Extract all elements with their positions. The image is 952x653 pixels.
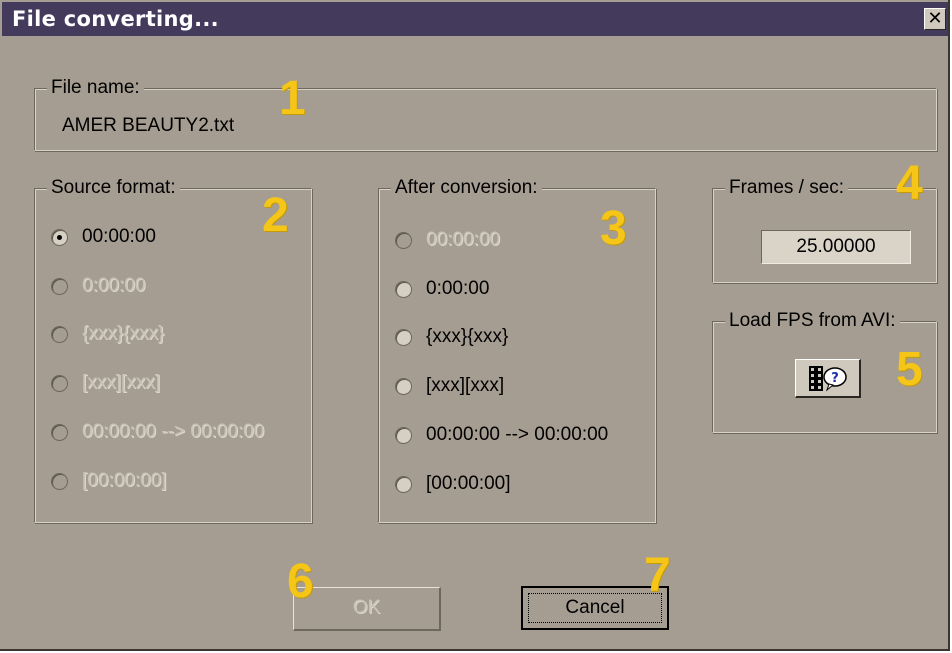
source-option-0[interactable]: 00:00:00 [51,224,156,250]
file-name-legend: File name: [47,77,144,99]
after-radio-1[interactable] [395,280,412,298]
annotation-marker-7: 7 [644,549,671,602]
window-title: File converting... [12,7,219,31]
after-option-3[interactable]: [xxx][xxx] [395,373,504,399]
frames-per-sec-legend: Frames / sec: [725,177,849,199]
load-fps-legend: Load FPS from AVI: [725,310,900,332]
svg-text:?: ? [831,371,839,386]
after-option-2[interactable]: {xxx}{xxx} [395,324,508,350]
source-radio-1 [51,277,68,295]
annotation-marker-5: 5 [896,343,923,396]
after-option-label: [00:00:00] [426,473,511,494]
source-radio-4 [51,423,68,441]
source-radio-0[interactable] [51,228,68,246]
source-option-4: 00:00:00 --> 00:00:00 [51,419,264,445]
annotation-marker-2: 2 [262,189,289,242]
source-format-legend: Source format: [47,177,180,199]
source-option-label: 00:00:00 --> 00:00:00 [82,421,265,442]
file-name-value: AMER BEAUTY2.txt [62,115,235,136]
annotation-marker-4: 4 [896,157,923,210]
source-option-1: 0:00:00 [51,273,145,299]
source-option-2: {xxx}{xxx} [51,321,164,347]
after-option-label: 00:00:00 [426,229,500,250]
after-radio-4[interactable] [395,426,412,444]
after-option-1[interactable]: 0:00:00 [395,276,489,302]
close-button[interactable]: ✕ [924,8,946,30]
source-option-label: 00:00:00 [82,226,156,247]
source-option-label: [xxx][xxx] [82,372,161,393]
annotation-marker-6: 6 [287,555,314,608]
film-question-icon: ? [809,366,847,392]
after-option-label: {xxx}{xxx} [426,326,509,347]
file-name-group: File name: AMER BEAUTY2.txt [34,77,937,151]
source-option-label: [00:00:00] [82,470,167,491]
source-radio-3 [51,374,68,392]
after-option-4[interactable]: 00:00:00 --> 00:00:00 [395,422,608,448]
source-option-3: [xxx][xxx] [51,370,160,396]
source-option-label: 0:00:00 [82,275,146,296]
fps-input[interactable]: 25.00000 [761,230,911,264]
after-option-label: 0:00:00 [426,278,490,299]
after-radio-2[interactable] [395,328,412,346]
after-radio-5[interactable] [395,475,412,493]
after-radio-0 [395,231,412,249]
source-radio-5 [51,472,68,490]
focus-rect [528,593,662,623]
load-fps-from-avi-button[interactable]: ? [795,359,861,398]
after-option-0: 00:00:00 [395,227,500,253]
source-radio-2 [51,325,68,343]
after-option-5[interactable]: [00:00:00] [395,471,511,497]
after-option-label: [xxx][xxx] [426,375,505,396]
title-bar[interactable]: File converting... ✕ [2,2,948,36]
close-icon: ✕ [927,8,943,29]
after-radio-3[interactable] [395,377,412,395]
ok-button: OK [293,587,441,631]
source-option-label: {xxx}{xxx} [82,323,165,344]
annotation-marker-3: 3 [600,202,627,255]
after-option-label: 00:00:00 --> 00:00:00 [426,424,609,445]
annotation-marker-1: 1 [279,72,306,125]
source-option-5: [00:00:00] [51,468,167,494]
file-converting-dialog: File converting... ✕ File name: AMER BEA… [0,0,950,651]
after-conversion-legend: After conversion: [391,177,542,199]
